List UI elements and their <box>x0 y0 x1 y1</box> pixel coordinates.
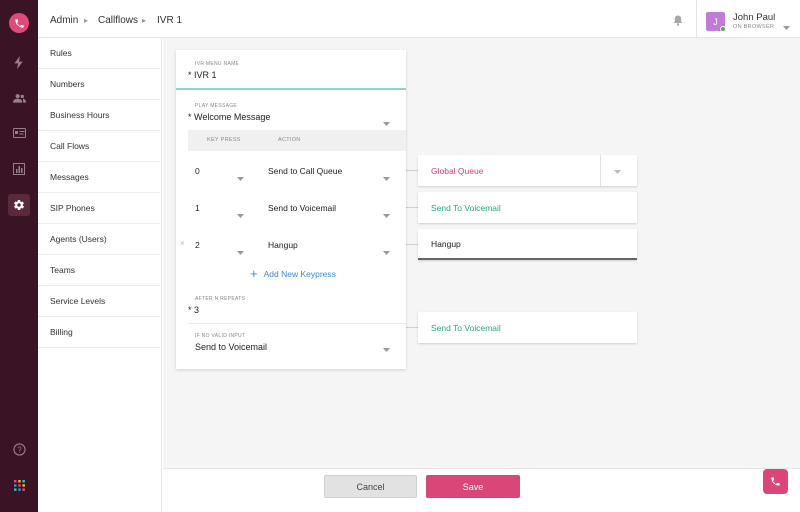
help-icon[interactable]: ? <box>8 438 30 460</box>
no-valid-input-select[interactable]: Send to Voicemail <box>195 342 267 352</box>
subnav-item-teams[interactable]: Teams <box>38 255 160 286</box>
action-select[interactable]: Send to Voicemail <box>268 203 336 213</box>
plus-icon: + <box>250 266 258 281</box>
play-message-label: PLAY MESSAGE <box>195 103 238 109</box>
destination-invalid-voicemail[interactable]: Send To Voicemail <box>418 312 637 343</box>
chevron-down-icon[interactable] <box>237 242 244 260</box>
svg-text:?: ? <box>17 445 22 454</box>
destination-label: Global Queue <box>431 165 484 176</box>
subnav-label: Business Hours <box>50 110 110 120</box>
user-name[interactable]: John Paul <box>733 12 775 23</box>
repeats-input[interactable]: * 3 <box>188 305 199 315</box>
users-icon[interactable] <box>8 87 30 109</box>
subnav-item-business-hours[interactable]: Business Hours <box>38 100 160 131</box>
subnav-item-numbers[interactable]: Numbers <box>38 69 160 100</box>
user-divider <box>696 0 697 38</box>
connector-line <box>406 170 418 171</box>
chevron-down-icon[interactable] <box>383 205 390 223</box>
ivr-name-label: IVR MENU NAME <box>195 61 240 67</box>
notifications-bell-icon[interactable] <box>673 13 683 31</box>
play-message-select[interactable]: * Welcome Message <box>188 112 270 122</box>
destination-global-queue[interactable]: Global Queue <box>418 155 637 186</box>
repeats-label: AFTER N REPEATS <box>195 296 246 302</box>
chevron-down-icon[interactable] <box>237 168 244 186</box>
subnav-label: Rules <box>50 48 72 58</box>
lightning-icon[interactable] <box>8 51 30 73</box>
chevron-down-icon[interactable] <box>383 168 390 186</box>
destination-label: Hangup <box>431 238 461 249</box>
subnav-label: Numbers <box>50 79 85 89</box>
chevron-down-icon[interactable] <box>383 113 390 131</box>
key-select[interactable]: 1 <box>195 203 200 213</box>
destination-label: Send To Voicemail <box>431 202 501 213</box>
keypress-table-header: KEY PRESS ACTION <box>188 130 406 151</box>
destination-voicemail[interactable]: Send To Voicemail <box>418 192 637 223</box>
contact-card-icon[interactable] <box>8 122 30 144</box>
subnav-label: Teams <box>50 265 76 275</box>
chevron-down-icon[interactable] <box>383 242 390 260</box>
subnav-label: Agents (Users) <box>50 234 107 244</box>
subnav-item-call-flows[interactable]: Call Flows <box>38 131 160 162</box>
key-select[interactable]: 0 <box>195 166 200 176</box>
ivr-name-field[interactable]: IVR MENU NAME * IVR 1 <box>176 50 406 90</box>
bar-chart-icon[interactable] <box>8 158 30 180</box>
top-bar <box>38 0 800 38</box>
cancel-button[interactable]: Cancel <box>324 475 417 498</box>
add-keypress-label: Add New Keypress <box>263 269 336 279</box>
add-keypress-button[interactable]: + Add New Keypress <box>250 266 336 281</box>
subnav-item-messages[interactable]: Messages <box>38 162 160 193</box>
subnav-item-service-levels[interactable]: Service Levels <box>38 286 160 317</box>
destination-label: Send To Voicemail <box>431 322 501 333</box>
breadcrumb-separator-icon: ▸ <box>142 16 147 25</box>
subnav-label: Messages <box>50 172 89 182</box>
chevron-down-icon[interactable] <box>783 17 790 35</box>
subnav-label: SIP Phones <box>50 203 95 213</box>
ivr-name-value[interactable]: * IVR 1 <box>188 70 217 80</box>
divider <box>600 155 601 186</box>
breadcrumb-admin[interactable]: Admin <box>50 15 78 26</box>
connector-line <box>406 207 418 208</box>
key-select[interactable]: 2 <box>195 240 200 250</box>
chevron-down-icon[interactable] <box>614 166 621 176</box>
subnav-item-agents[interactable]: Agents (Users) <box>38 224 160 255</box>
phone-icon <box>771 477 780 486</box>
connector-line <box>406 327 418 328</box>
subnav-item-billing[interactable]: Billing <box>38 317 160 348</box>
connector-line <box>406 244 418 245</box>
user-status: ON BROWSER <box>733 24 775 30</box>
phone-logo-icon[interactable] <box>9 13 29 33</box>
app-rail: ? <box>0 0 38 512</box>
chevron-down-icon[interactable] <box>237 205 244 223</box>
action-select[interactable]: Send to Call Queue <box>268 166 342 176</box>
no-valid-input-label: IF NO VALID INPUT <box>195 333 246 339</box>
subnav-label: Call Flows <box>50 141 90 151</box>
settings-subnav: Rules Numbers Business Hours Call Flows … <box>38 38 162 512</box>
save-button[interactable]: Save <box>426 475 520 498</box>
action-select[interactable]: Hangup <box>268 240 298 250</box>
subnav-item-rules[interactable]: Rules <box>38 38 160 69</box>
breadcrumb-separator-icon: ▸ <box>84 16 89 25</box>
breadcrumb-current: IVR 1 <box>157 15 183 26</box>
breadcrumb-callflows[interactable]: Callflows <box>98 15 138 26</box>
col-key-press: KEY PRESS <box>207 137 241 143</box>
ivr-menu-card: IVR MENU NAME * IVR 1 PLAY MESSAGE * Wel… <box>176 50 406 369</box>
settings-gear-icon[interactable] <box>8 194 30 216</box>
chevron-down-icon[interactable] <box>383 339 390 357</box>
online-status-dot <box>720 26 726 32</box>
subnav-label: Service Levels <box>50 296 106 306</box>
remove-row-icon[interactable]: × <box>180 239 185 248</box>
dialer-fab-button[interactable] <box>763 469 788 494</box>
apps-grid-icon[interactable] <box>8 474 30 496</box>
subnav-label: Billing <box>50 327 73 337</box>
destination-hangup[interactable]: Hangup <box>418 229 637 260</box>
subnav-item-sip-phones[interactable]: SIP Phones <box>38 193 160 224</box>
col-action: ACTION <box>278 137 301 143</box>
divider <box>188 323 406 324</box>
